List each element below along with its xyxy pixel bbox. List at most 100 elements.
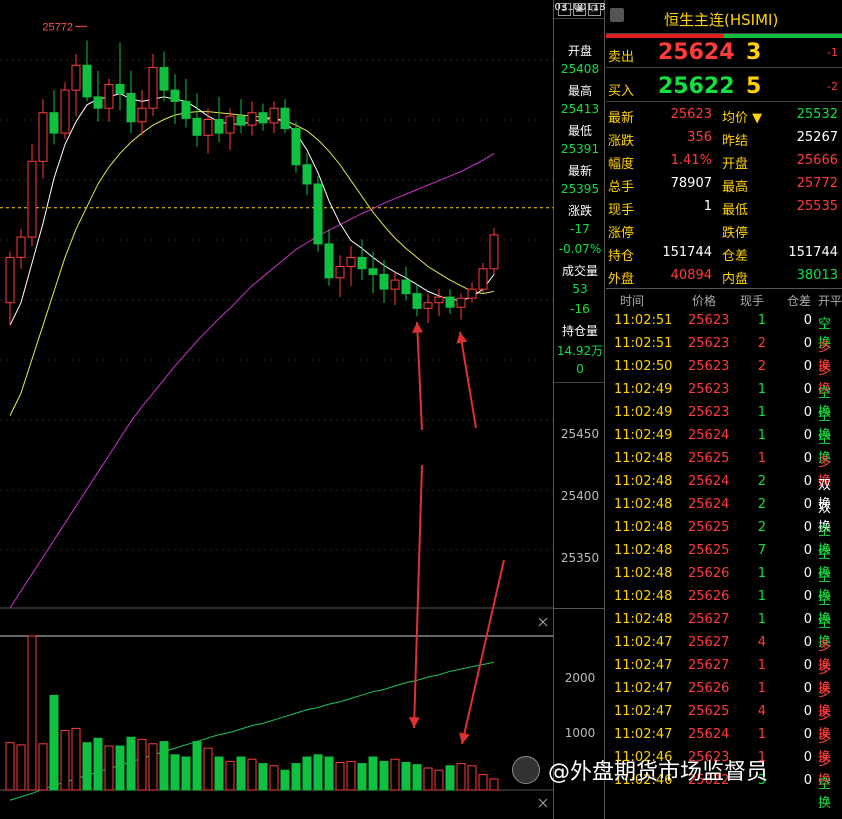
- tick-time: 11:02:49: [614, 428, 673, 443]
- candle-body: [49, 112, 59, 134]
- kline-chart-area[interactable]: 25772: [0, 0, 553, 819]
- tick-row: 11:02:50 25623 2 0 多换: [606, 356, 842, 397]
- volume-bar: [313, 754, 323, 791]
- open-label: 开盘: [567, 44, 592, 58]
- candle-body: [181, 100, 191, 119]
- high-marker-label: 25772: [42, 21, 73, 33]
- tick-row: 11:02:51 25623 2 0 多换: [606, 333, 842, 374]
- volume-bar: [60, 730, 70, 791]
- candle-body: [478, 268, 488, 290]
- stats-key: 涨跌: [608, 134, 635, 149]
- candle-body: [236, 115, 246, 126]
- tick-price: 25623: [688, 313, 730, 328]
- ask-label: 卖出: [608, 50, 635, 65]
- tick-price: 25623: [688, 382, 730, 397]
- tick-qty: 1: [757, 428, 766, 443]
- candle-body: [357, 256, 367, 270]
- stats-key: 均价 ▼: [722, 111, 763, 126]
- volume-bar: [357, 763, 367, 791]
- tick-time: 11:02:50: [614, 359, 673, 374]
- volume-bar: [324, 756, 334, 791]
- volume-bar: [214, 756, 224, 791]
- change-pct: -0.07%: [558, 242, 602, 256]
- price-axis-label-1: 25450: [560, 427, 600, 441]
- candle-body: [247, 112, 257, 126]
- tick-time: 11:02:47: [614, 727, 673, 742]
- tick-row: 11:02:47 25625 4 0 多换: [606, 701, 842, 742]
- candle-body: [192, 117, 202, 136]
- tick-time: 11:02:48: [614, 474, 673, 489]
- candle-body: [258, 112, 268, 124]
- candle-body: [27, 160, 37, 238]
- tick-price: 25625: [688, 543, 730, 558]
- tick-row: 11:02:49 25623 1 0 空换: [606, 402, 842, 443]
- tick-row: 11:02:48 25624 2 0 双换: [606, 471, 842, 512]
- tick-row: 11:02:48 25625 2 0 空换: [606, 517, 842, 558]
- stats-value: 356: [687, 130, 712, 145]
- kline-chart[interactable]: 25772: [0, 0, 553, 819]
- tick-row: 11:02:49 25624 1 0 空换: [606, 425, 842, 466]
- stats-value: 1.41%: [670, 153, 712, 168]
- menu-icon[interactable]: [610, 8, 624, 22]
- stats-value: 25772: [796, 176, 838, 191]
- candle-body: [93, 96, 103, 109]
- volume-bar: [291, 763, 301, 791]
- tick-qty: 2: [757, 520, 766, 535]
- tick-row: 11:02:48 25625 1 0 多换: [606, 448, 842, 489]
- ticks-header-oi: 仓差: [787, 294, 812, 308]
- volume-bar: [27, 635, 37, 791]
- tick-row: 11:02:47 25626 1 0 多换: [606, 678, 842, 719]
- tick-qty: 1: [757, 405, 766, 420]
- tick-oi-change: 0: [803, 336, 812, 351]
- tick-price: 25626: [688, 566, 730, 581]
- tick-price: 25625: [688, 520, 730, 535]
- ma10-line: [9, 111, 495, 416]
- title-button-3[interactable]: ⊡: [588, 3, 601, 16]
- tick-price: 25627: [688, 612, 730, 627]
- stats-row: 现手 1 最低 25535: [606, 196, 842, 219]
- stats-key: 幅度: [608, 157, 635, 172]
- tick-row: 11:02:51 25623 1 0 空换: [606, 310, 842, 351]
- tick-price: 25624: [688, 428, 730, 443]
- stats-row: 最新 25623 均价 ▼ 25532: [606, 104, 842, 127]
- price-axis-label-3: 25350: [560, 551, 600, 565]
- ask-price: 25624: [658, 40, 735, 65]
- tick-price: 25623: [688, 359, 730, 374]
- candle-body: [313, 183, 323, 245]
- last-value: 25395: [560, 182, 600, 196]
- candle-body: [302, 164, 312, 185]
- oi-delta: 0: [576, 362, 584, 376]
- stats-key: 最新: [608, 111, 635, 126]
- candle-body: [225, 115, 235, 134]
- quote-panel: 恒生主连(HSIMI) 卖出 25624 3 -1 买入 25622 5 -2 …: [606, 0, 842, 819]
- change-value: -17: [570, 222, 590, 236]
- candle-body: [346, 256, 356, 268]
- candle-body: [126, 93, 136, 123]
- stats-row: 涨跌 356 昨结 25267: [606, 127, 842, 150]
- candle-body: [137, 107, 147, 123]
- watermark: @外盘期货市场监督员: [512, 752, 842, 788]
- title-button-2[interactable]: ▣: [573, 3, 586, 16]
- high-value: 25413: [560, 102, 600, 116]
- stats-key: 内盘: [722, 272, 749, 287]
- tick-time: 11:02:48: [614, 566, 673, 581]
- tick-oi-change: 0: [803, 589, 812, 604]
- stats-row: 持仓 151744 仓差 151744: [606, 242, 842, 265]
- volume-value: 53: [572, 282, 588, 296]
- candle-body: [291, 128, 301, 166]
- stats-key: 跌停: [722, 226, 749, 241]
- volume-bar: [401, 762, 411, 791]
- ticks-header-time: 时间: [620, 294, 645, 308]
- tick-row: 11:02:49 25623 1 0 空换: [606, 379, 842, 420]
- candle-body: [423, 302, 433, 309]
- candle-body: [203, 119, 213, 136]
- volume-bar: [159, 741, 169, 791]
- volume-bar: [368, 756, 378, 791]
- oi-value: 14.92万: [556, 344, 604, 358]
- volume-bar: [445, 765, 455, 791]
- title-button-1[interactable]: S: [558, 3, 571, 16]
- candle-body: [456, 297, 466, 308]
- volume-bar: [5, 742, 15, 791]
- weibo-logo-icon: [512, 756, 540, 784]
- tick-price: 25626: [688, 589, 730, 604]
